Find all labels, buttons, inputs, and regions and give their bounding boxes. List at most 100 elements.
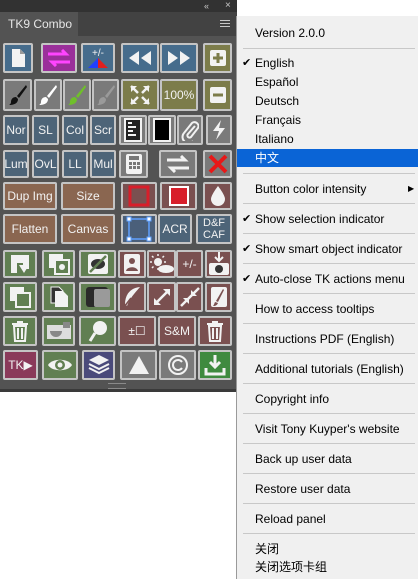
size-button[interactable]: Size: [61, 182, 115, 210]
menu-item-4[interactable]: How to access tooltips: [237, 300, 418, 318]
duplicate-image-button-label: Dup Img: [7, 189, 53, 203]
menu-language-0[interactable]: ✔ English: [237, 54, 418, 72]
brush-edit-button[interactable]: [205, 282, 232, 312]
fast-forward-button[interactable]: [160, 43, 198, 73]
calculator-button[interactable]: [119, 150, 148, 178]
overlay-button[interactable]: OvL: [32, 150, 59, 178]
panel-bottom-edge: [0, 389, 237, 392]
duplicate-layer-button[interactable]: [3, 282, 37, 312]
download-button[interactable]: [198, 350, 232, 380]
menu-language-4[interactable]: Italiano: [237, 130, 418, 148]
menu-item-0-label: Button color intensity: [255, 182, 367, 196]
drop-button[interactable]: [203, 182, 232, 210]
copyright-button[interactable]: [159, 350, 196, 380]
luminosity-button[interactable]: Lum: [3, 150, 29, 178]
menu-footer-1[interactable]: 关闭选项卡组: [237, 558, 418, 576]
triangle-button[interactable]: [120, 350, 157, 380]
portrait-button[interactable]: [118, 250, 146, 278]
import-button[interactable]: [205, 250, 232, 278]
flash-button[interactable]: [206, 115, 232, 145]
menu-separator: [243, 533, 415, 534]
rewind-button[interactable]: [121, 43, 159, 73]
menu-item-2[interactable]: ✔ Show smart object indicator: [237, 240, 418, 258]
zoom-100-button[interactable]: 100%: [160, 79, 198, 111]
normal-mode-button[interactable]: Nor: [3, 115, 29, 145]
selection-box-button[interactable]: [121, 214, 157, 244]
plus-minus-button[interactable]: +/-: [176, 250, 203, 278]
new-document-button[interactable]: [3, 43, 33, 73]
black-brush-button[interactable]: [3, 79, 32, 111]
menu-footer-0-label: 关闭: [255, 542, 280, 556]
trash-red-button[interactable]: [198, 316, 232, 346]
weather-button[interactable]: [147, 250, 176, 278]
menu-separator: [243, 48, 415, 49]
smooth-merge-button[interactable]: S&M: [158, 316, 196, 346]
stamp-layer-button[interactable]: [3, 250, 37, 278]
smart-object-button[interactable]: [42, 250, 75, 278]
fit-screen-button[interactable]: [121, 79, 159, 111]
delete-x-button[interactable]: [203, 150, 232, 178]
menu-language-2[interactable]: Deutsch: [237, 92, 418, 110]
eye-button[interactable]: [42, 350, 78, 380]
menu-item-0[interactable]: Button color intensity ▶: [237, 180, 418, 198]
plus-minus-mask-button[interactable]: +/-: [81, 43, 115, 73]
menu-language-1[interactable]: Español: [237, 73, 418, 91]
add-button[interactable]: [203, 43, 232, 73]
tk-play-button[interactable]: TK▶: [3, 350, 38, 380]
menu-item-9[interactable]: Back up user data: [237, 450, 418, 468]
duplicate-image-button[interactable]: Dup Img: [3, 182, 57, 210]
menu-item-1[interactable]: ✔ Show selection indicator: [237, 210, 418, 228]
screen-mode-button[interactable]: Scr: [90, 115, 116, 145]
selection-adjust-button[interactable]: ±☐: [118, 316, 156, 346]
trash-button[interactable]: [3, 316, 37, 346]
svg-text:+/-: +/-: [92, 48, 104, 59]
panel-menu-icon[interactable]: [220, 20, 230, 29]
feather-button[interactable]: [118, 282, 146, 312]
layers-button[interactable]: [82, 350, 115, 380]
red-fill-button[interactable]: [160, 182, 197, 210]
overlay-button-label: OvL: [34, 157, 57, 171]
acr-button[interactable]: ACR: [158, 214, 192, 244]
magnify-button[interactable]: [79, 316, 116, 346]
canvas-button[interactable]: Canvas: [61, 214, 115, 244]
layer-mask-button[interactable]: [119, 115, 147, 145]
hide-mask-button[interactable]: [79, 250, 116, 278]
gray-brush-button[interactable]: [92, 79, 119, 111]
black-mask-button[interactable]: [148, 115, 176, 145]
multiply-button[interactable]: Mul: [90, 150, 116, 178]
white-brush-button[interactable]: [34, 79, 62, 111]
red-outline-button[interactable]: [121, 182, 157, 210]
swap-layers-button[interactable]: [41, 43, 77, 73]
menu-footer-0[interactable]: 关闭: [237, 540, 418, 558]
remove-button[interactable]: [203, 79, 232, 111]
paperclip-button[interactable]: [177, 115, 203, 145]
menu-item-11[interactable]: Reload panel: [237, 510, 418, 528]
green-brush-button[interactable]: [63, 79, 91, 111]
collapse-panel-button[interactable]: «: [204, 1, 209, 11]
menu-item-3[interactable]: ✔ Auto-close TK actions menu: [237, 270, 418, 288]
file-copy-icon: [49, 286, 69, 308]
contract-button[interactable]: [176, 282, 203, 312]
menu-item-10[interactable]: Restore user data: [237, 480, 418, 498]
menu-language-5[interactable]: 中文: [237, 149, 418, 167]
exchange-button[interactable]: [159, 150, 197, 178]
linear-light-button[interactable]: LL: [62, 150, 88, 178]
menu-item-5[interactable]: Instructions PDF (English): [237, 330, 418, 348]
copy-file-button[interactable]: [42, 282, 75, 312]
layer-stack-button[interactable]: [79, 282, 116, 312]
menu-language-3[interactable]: Français: [237, 111, 418, 129]
menu-item-7[interactable]: Copyright info: [237, 390, 418, 408]
menu-item-6[interactable]: Additional tutorials (English): [237, 360, 418, 378]
expand-button[interactable]: [147, 282, 176, 312]
menu-item-9-label: Back up user data: [255, 452, 352, 466]
menu-item-7-label: Copyright info: [255, 392, 330, 406]
dodge-burn-button[interactable]: D&F CAF: [196, 214, 232, 244]
soft-light-button[interactable]: SL: [32, 115, 59, 145]
flatten-button[interactable]: Flatten: [3, 214, 57, 244]
tab-tk9-combo[interactable]: TK9 Combo: [0, 12, 78, 37]
close-panel-button[interactable]: ×: [225, 0, 231, 11]
checkmark-icon: ✔: [242, 273, 252, 285]
color-mode-button[interactable]: Col: [62, 115, 88, 145]
menu-item-8[interactable]: Visit Tony Kuyper's website: [237, 420, 418, 438]
mask-tool-button[interactable]: [42, 316, 75, 346]
